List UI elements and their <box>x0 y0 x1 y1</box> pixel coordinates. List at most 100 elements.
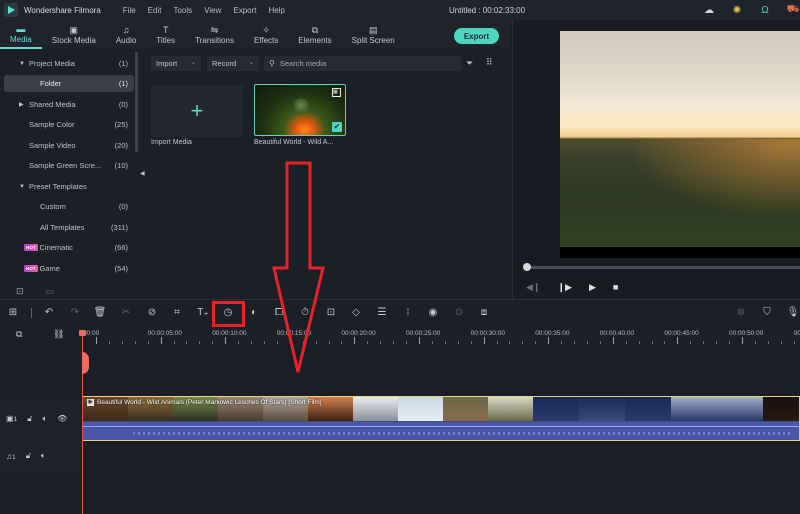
ruler-tick <box>612 337 614 344</box>
tab-audio[interactable]: ♫ Audio <box>106 20 146 49</box>
ruler-tick <box>225 337 227 344</box>
ruler-tick <box>483 337 485 344</box>
playhead-handle[interactable] <box>79 330 86 336</box>
menu-export[interactable]: Export <box>233 6 256 15</box>
sidebar-scrollbar[interactable] <box>135 52 138 152</box>
eye-icon[interactable]: 👁︎ <box>57 414 67 423</box>
audio-wave-icon[interactable]: ⦙ <box>401 306 415 320</box>
undo-icon[interactable]: ↶ <box>42 306 56 320</box>
ruler-tick <box>186 341 188 344</box>
clip-frame <box>488 397 533 421</box>
ruler-tick <box>354 337 356 344</box>
lightbulb-icon[interactable]: ✺ <box>730 3 744 17</box>
ruler-tick <box>108 341 110 344</box>
cart-icon[interactable]: ⛟ <box>786 3 800 17</box>
cut-icon[interactable]: ✂ <box>119 306 133 320</box>
ruler-tick <box>199 341 201 344</box>
ruler-tick <box>160 337 162 344</box>
import-dropdown[interactable]: Import ⌄ <box>151 56 201 71</box>
text-add-icon[interactable]: T₊ <box>196 306 210 320</box>
tab-titles[interactable]: T Titles <box>146 20 185 49</box>
delete-icon[interactable]: 🗑 <box>93 306 107 320</box>
record-dropdown[interactable]: Record ⌄ <box>207 56 259 71</box>
elements-icon: ⧉ <box>311 24 319 35</box>
play-icon[interactable]: ▶ <box>589 282 596 293</box>
menu-tools[interactable]: Tools <box>173 6 192 15</box>
stop-icon[interactable]: ■ <box>613 282 618 293</box>
sidebar-item-folder[interactable]: Folder (1) <box>4 75 134 92</box>
preview-frame <box>560 31 800 247</box>
timeline-ruler[interactable]: ⧉ ⛓ 00:00 00:00:05:00 00:00:10:00 00:00:15:… <box>0 325 800 347</box>
sidebar-item-all-templates[interactable]: All Templates (311) <box>4 219 134 236</box>
sidebar-item-sample-video[interactable]: Sample Video (20) <box>4 137 134 154</box>
effects-icon: ✧ <box>262 24 270 35</box>
volume-icon[interactable]: 🔈︎ <box>42 414 47 424</box>
menu-file[interactable]: File <box>123 6 136 15</box>
tab-transitions[interactable]: ⇋ Transitions <box>185 20 244 49</box>
sidebar-item-custom[interactable]: Custom (0) <box>4 198 134 215</box>
detach-icon[interactable]: ⊘ <box>145 306 159 320</box>
chevron-down-icon: ⌄ <box>248 60 254 66</box>
sidebar-item-project-media[interactable]: ▼ Project Media (1) <box>4 55 134 72</box>
filter-icon[interactable]: ⏷ <box>466 58 473 69</box>
playhead-scissor-icon[interactable] <box>82 352 89 374</box>
tab-elements[interactable]: ⧉ Elements <box>288 20 341 49</box>
folder-icon[interactable]: ▭ <box>46 286 55 297</box>
sidebar-item-sample-color[interactable]: Sample Color (25) <box>4 116 134 133</box>
export-button[interactable]: Export <box>454 28 499 44</box>
next-frame-icon[interactable]: ❙▶ <box>557 282 571 293</box>
menu-view[interactable]: View <box>204 6 221 15</box>
tab-stock-media[interactable]: ▣ Stock Media <box>42 20 106 49</box>
microphone-icon[interactable]: 🎙 <box>786 306 800 320</box>
marker-icon[interactable]: ⛉ <box>760 306 774 320</box>
preview-scrub-handle[interactable] <box>523 263 531 271</box>
tab-split-screen[interactable]: ▤ Split Screen <box>342 20 405 49</box>
sidebar-item-preset-templates[interactable]: ▼ Preset Templates <box>4 178 134 195</box>
ruler-tick <box>690 341 692 344</box>
keyframe-icon[interactable]: ◇ <box>349 306 363 320</box>
layout-icon[interactable]: ⊞ <box>6 306 20 320</box>
sidebar-item-shared-media[interactable]: ▶ Shared Media (0) <box>4 96 134 113</box>
previous-frame-icon[interactable]: ◀❙ <box>526 282 540 293</box>
redo-icon[interactable]: ↷ <box>68 306 82 320</box>
sidebar-item-game[interactable]: HOT Game (54) <box>4 260 134 277</box>
zoom-crop-icon[interactable]: ⊡ <box>324 306 338 320</box>
render-preview-icon[interactable]: ⊛ <box>734 306 748 320</box>
headset-icon[interactable]: Ω <box>758 3 772 17</box>
adjust-icon[interactable]: ☰ <box>375 306 389 320</box>
timeline-toolbar: ⊞ ↶ ↷ 🗑 ✂ ⊘ ⌗ T₊ ◷ ◐ ⧠ ⏱ ⊡ ◇ ☰ ⦙ ◉ ⊙ ⧈ ⊛… <box>0 299 800 325</box>
grid-view-icon[interactable]: ⠿ <box>486 57 493 68</box>
stabilize-icon[interactable]: ◉ <box>426 306 440 320</box>
lock-icon[interactable]: 🔓︎ <box>27 414 32 424</box>
volume-icon[interactable]: 🔈︎ <box>41 451 46 461</box>
sidebar-item-sample-green-screen[interactable]: Sample Green Scre... (10) <box>4 157 134 174</box>
green-screen-icon[interactable]: ⧠ <box>272 306 286 320</box>
cloud-icon[interactable]: ☁ <box>702 3 716 17</box>
menu-help[interactable]: Help <box>268 6 284 15</box>
add-track-icon[interactable]: ⧉ <box>16 329 22 340</box>
motion-tracking-icon[interactable]: ⊙ <box>452 306 466 320</box>
link-icon[interactable]: ⛓ <box>53 329 64 340</box>
new-folder-icon[interactable]: ⊡ <box>16 286 24 297</box>
lock-icon[interactable]: 🔓︎ <box>26 451 31 461</box>
media-clip-thumbnail[interactable]: ▦ ✔ <box>254 84 346 136</box>
menu-edit[interactable]: Edit <box>148 6 162 15</box>
ruler-tick <box>238 341 240 344</box>
import-media-tile[interactable]: + <box>151 85 243 137</box>
caret-down-icon[interactable]: ▼ <box>19 184 29 190</box>
tab-media[interactable]: ▬ Media <box>0 20 42 49</box>
video-clip[interactable]: ▶ Beautiful World - Wild Animals (Peter M… <box>82 396 800 441</box>
sidebar-item-cinematic[interactable]: HOT Cinematic (66) <box>4 239 134 256</box>
ruler-label: 00:00:05:00 <box>147 330 182 337</box>
color-icon[interactable]: ◐ <box>247 306 261 320</box>
scene-icon[interactable]: ⧈ <box>477 306 491 320</box>
caret-right-icon[interactable]: ▶ <box>19 101 29 108</box>
search-media-box[interactable]: ⚲ <box>264 56 461 71</box>
duration-icon[interactable]: ⏱ <box>298 306 312 320</box>
timeline-empty-area <box>0 472 800 514</box>
search-media-input[interactable] <box>279 59 440 68</box>
tab-effects[interactable]: ✧ Effects <box>244 20 288 49</box>
preview-scrub-bar[interactable] <box>525 266 800 269</box>
crop-icon[interactable]: ⌗ <box>170 306 184 320</box>
caret-down-icon[interactable]: ▼ <box>19 61 29 67</box>
